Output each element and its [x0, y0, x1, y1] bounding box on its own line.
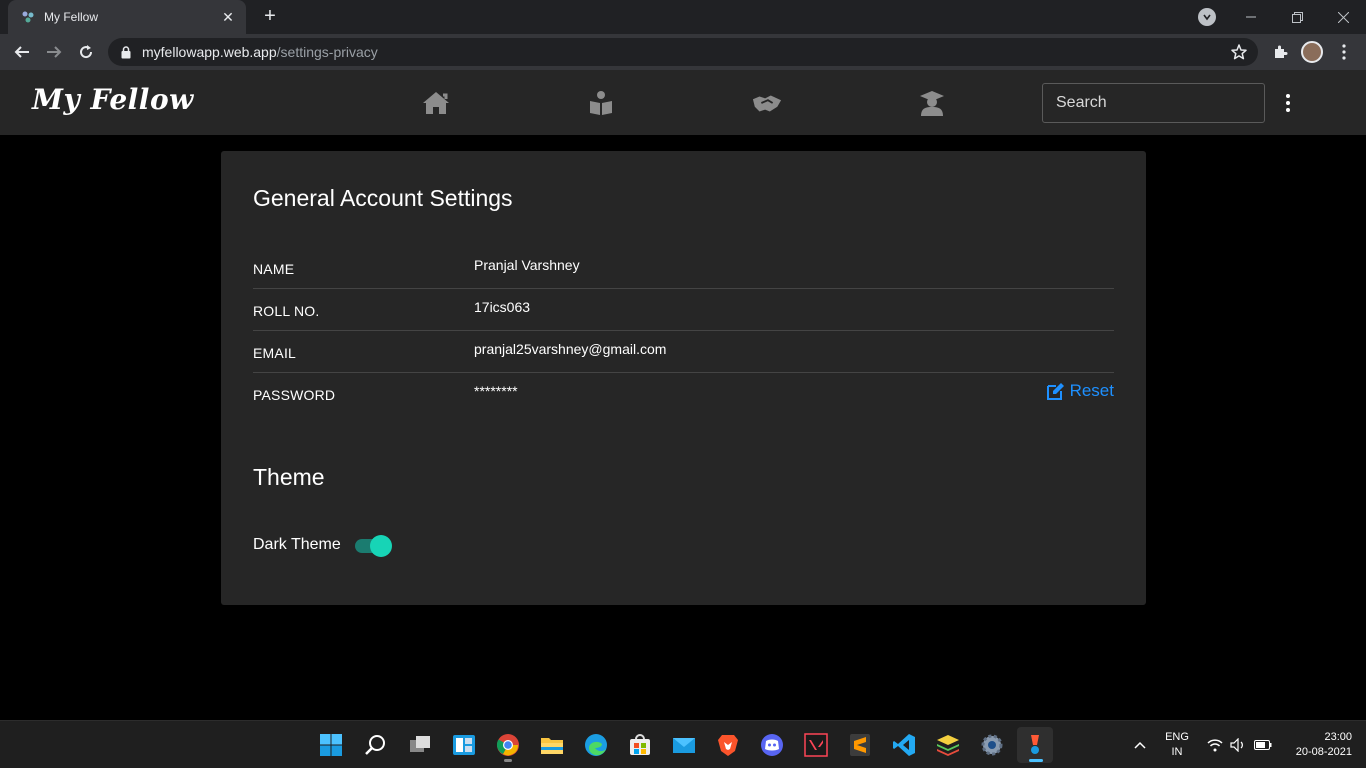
search-input[interactable]	[1042, 83, 1265, 123]
taskbar: ENG IN 23:00 20-08-2021	[0, 720, 1366, 768]
handshake-icon[interactable]	[752, 88, 782, 118]
app-favicon-icon	[20, 9, 36, 25]
roll-no-value: 17ics063	[474, 299, 531, 315]
bookmark-star-icon[interactable]	[1230, 43, 1248, 61]
minimize-icon[interactable]	[1228, 0, 1274, 34]
restore-icon[interactable]	[1274, 0, 1320, 34]
name-value: Pranjal Varshney	[474, 257, 580, 273]
profile-avatar[interactable]	[1300, 40, 1324, 64]
close-window-icon[interactable]	[1320, 0, 1366, 34]
graduate-icon[interactable]	[917, 88, 947, 118]
sublime-text-icon[interactable]	[842, 727, 878, 763]
window-controls	[1228, 0, 1366, 34]
toggle-knob	[369, 535, 392, 557]
windows-start-icon[interactable]	[313, 727, 349, 763]
back-icon[interactable]	[10, 40, 34, 64]
password-label: PASSWORD	[253, 387, 336, 403]
theme-setting: Dark Theme	[253, 535, 392, 557]
taskbar-search-icon[interactable]	[358, 727, 394, 763]
clock-date: 20-08-2021	[1295, 746, 1352, 758]
language-line2: IN	[1171, 746, 1183, 758]
email-label: EMAIL	[253, 345, 297, 361]
valorant-icon[interactable]	[798, 727, 834, 763]
url-text: myfellowapp.web.app/settings-privacy	[142, 44, 378, 60]
address-bar[interactable]: myfellowapp.web.app/settings-privacy	[108, 38, 1258, 66]
input-language[interactable]: ENG IN	[1163, 730, 1191, 760]
account-settings-table: NAME Pranjal Varshney ROLL NO. 17ics063 …	[253, 247, 1114, 415]
microsoft-store-icon[interactable]	[622, 727, 658, 763]
dark-theme-label: Dark Theme	[253, 536, 341, 553]
settings-row-password: PASSWORD ******** Reset	[253, 373, 1114, 415]
battery-icon[interactable]	[1251, 727, 1275, 763]
language-line1: ENG	[1165, 731, 1189, 743]
file-explorer-icon[interactable]	[534, 727, 570, 763]
mail-icon[interactable]	[666, 727, 702, 763]
tray-overflow-icon[interactable]	[1125, 727, 1155, 763]
url-path: /settings-privacy	[276, 44, 378, 60]
book-reader-icon[interactable]	[586, 88, 616, 118]
settings-row-email: EMAIL pranjal25varshney@gmail.com	[253, 331, 1114, 373]
vs-code-icon[interactable]	[886, 727, 922, 763]
chrome-icon[interactable]	[490, 727, 526, 763]
reset-label: Reset	[1069, 381, 1114, 400]
home-icon[interactable]	[421, 88, 451, 118]
browser-tab[interactable]: My Fellow ✕	[8, 0, 246, 34]
app-menu-icon[interactable]	[1278, 92, 1298, 114]
email-value: pranjal25varshney@gmail.com	[474, 341, 667, 357]
edge-icon[interactable]	[578, 727, 614, 763]
app-header: My Fellow	[0, 70, 1366, 135]
roll-no-label: ROLL NO.	[253, 303, 320, 319]
discord-icon[interactable]	[754, 727, 790, 763]
tab-search-icon[interactable]	[1198, 8, 1216, 26]
browser-tabbar: My Fellow ✕ +	[0, 0, 1366, 34]
tab-title: My Fellow	[44, 10, 99, 24]
extensions-icon[interactable]	[1268, 40, 1292, 64]
url-host: myfellowapp.web.app	[142, 44, 277, 60]
settings-row-name: NAME Pranjal Varshney	[253, 247, 1114, 289]
app-logo[interactable]: My Fellow	[32, 83, 194, 116]
name-label: NAME	[253, 261, 295, 277]
browser-toolbar: myfellowapp.web.app/settings-privacy	[0, 34, 1366, 70]
clock[interactable]: 23:00 20-08-2021	[1282, 730, 1352, 760]
browser-menu-icon[interactable]	[1332, 40, 1356, 64]
password-value: ********	[474, 383, 518, 399]
volume-icon[interactable]	[1227, 727, 1249, 763]
settings-row-roll-no: ROLL NO. 17ics063	[253, 289, 1114, 331]
theme-title: Theme	[253, 464, 325, 490]
clock-time: 23:00	[1324, 731, 1352, 743]
new-tab-button[interactable]: +	[258, 5, 282, 29]
wifi-icon[interactable]	[1204, 727, 1226, 763]
settings-title: General Account Settings	[253, 185, 513, 211]
bluestacks-icon[interactable]	[930, 727, 966, 763]
tab-close-icon[interactable]: ✕	[220, 9, 236, 26]
dark-theme-toggle[interactable]	[354, 535, 392, 557]
active-app-icon[interactable]	[1017, 727, 1053, 763]
reload-icon[interactable]	[74, 40, 98, 64]
reset-password-link[interactable]: Reset	[1046, 381, 1114, 401]
widgets-icon[interactable]	[446, 727, 482, 763]
lock-icon[interactable]	[120, 45, 132, 59]
settings-card: General Account Settings NAME Pranjal Va…	[221, 151, 1146, 605]
task-view-icon[interactable]	[402, 727, 438, 763]
edit-icon	[1046, 383, 1064, 400]
forward-icon[interactable]	[42, 40, 66, 64]
settings-gear-icon[interactable]	[974, 727, 1010, 763]
brave-icon[interactable]	[710, 727, 746, 763]
